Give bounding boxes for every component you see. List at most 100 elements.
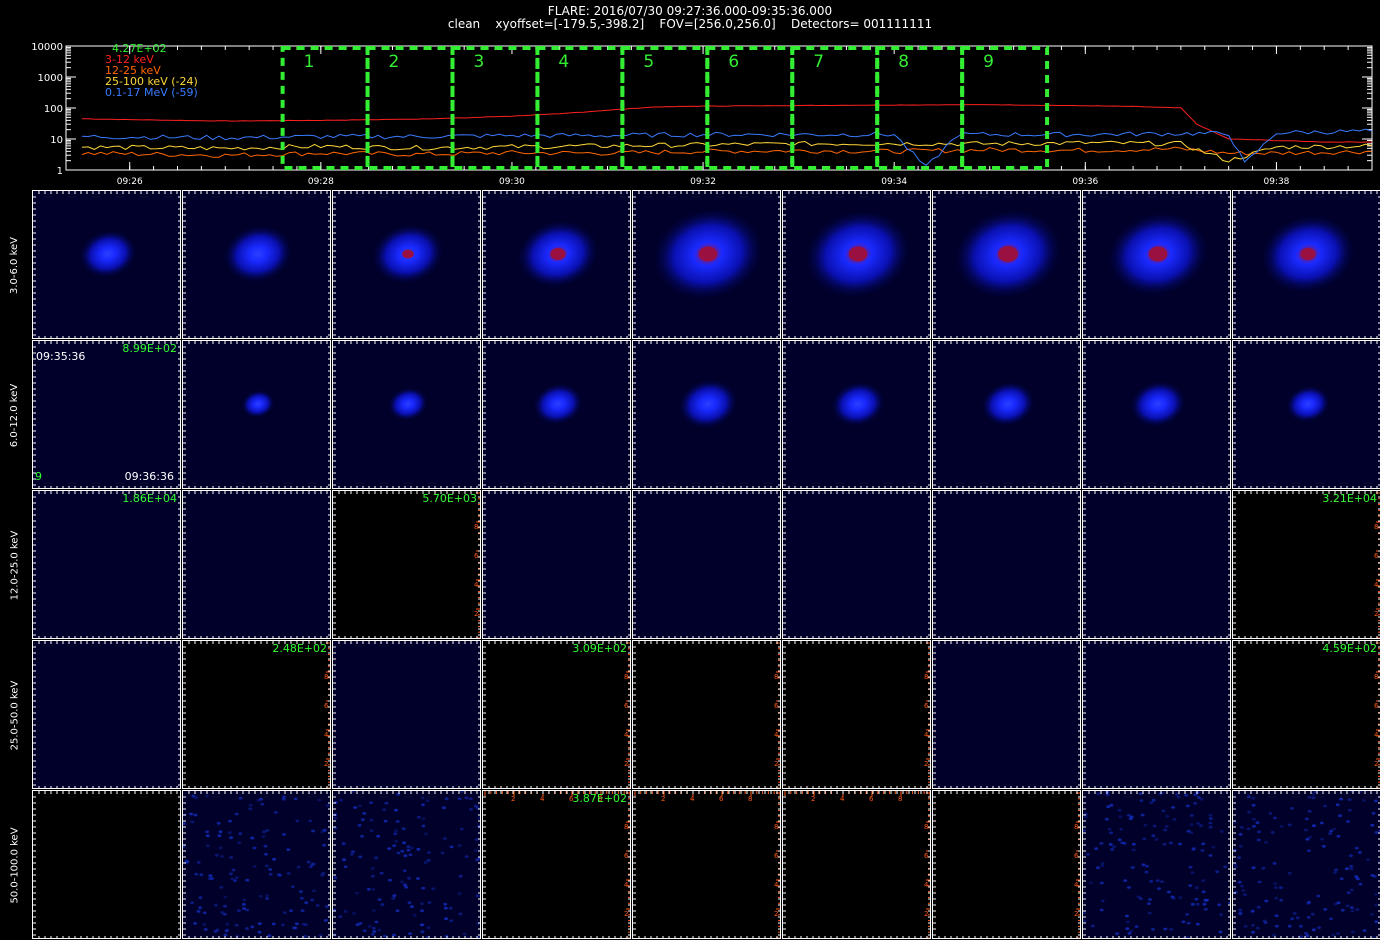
- image-cell: 2468: [782, 640, 931, 789]
- y-tick-label: 1000: [38, 73, 63, 84]
- y-tick-label: 1: [57, 166, 63, 177]
- frame-ticks: [333, 491, 480, 638]
- series-line-4: [81, 128, 1373, 166]
- frame-ticks: [33, 191, 180, 338]
- peak-value-label: 1.86E+04: [122, 492, 177, 505]
- frame-ticks: [783, 191, 930, 338]
- image-cell: [632, 490, 781, 639]
- image-cell: [332, 790, 481, 939]
- energy-row-label-text: 50.0-100.0 keV: [9, 826, 21, 904]
- frame-ticks: [933, 191, 1080, 338]
- image-cell: [182, 340, 331, 489]
- image-cell: 1.86E+04: [32, 490, 181, 639]
- x-tick-label: 09:36: [1072, 177, 1098, 186]
- frame-ticks: [333, 641, 480, 788]
- peak-value-label: 3.09E+02: [572, 642, 627, 655]
- image-cell: [782, 340, 931, 489]
- frame-ticks: [483, 191, 630, 338]
- x-tick-label: 09:30: [499, 177, 525, 186]
- frame-ticks: [933, 491, 1080, 638]
- image-cell: [32, 790, 181, 939]
- energy-row-label-text: 25.0-50.0 keV: [9, 680, 21, 750]
- image-cell: [1082, 340, 1231, 489]
- interval-number: 1: [304, 52, 315, 72]
- legend-entry-4: 0.1-17 MeV (-59): [105, 86, 198, 99]
- image-cell: [1232, 340, 1380, 489]
- frame-ticks: [933, 341, 1080, 488]
- image-cell: [932, 190, 1081, 339]
- interval-number: 7: [813, 52, 824, 72]
- frame-ticks: [1233, 191, 1380, 338]
- frame-ticks: [1233, 641, 1380, 788]
- image-cell: 2 4 6 8 5.70E+03: [332, 490, 481, 639]
- interval-start-time: 09:35:36: [36, 350, 86, 363]
- frame-ticks: [483, 491, 630, 638]
- image-cell: [1082, 190, 1231, 339]
- frame-ticks: [1083, 641, 1230, 788]
- interval-number: 3: [473, 52, 484, 72]
- x-tick-label: 09:32: [690, 177, 716, 186]
- series-line-1: [81, 104, 1372, 143]
- x-tick-label: 09:34: [881, 177, 907, 186]
- image-cell: [1232, 190, 1380, 339]
- image-cell: [332, 640, 481, 789]
- energy-row-label: 50.0-100.0 keV: [2, 790, 28, 940]
- image-cell: 2468: [632, 640, 781, 789]
- frame-ticks: [783, 491, 930, 638]
- y-tick-label: 10: [50, 135, 63, 146]
- frame-ticks: [33, 641, 180, 788]
- interval-box-7: [790, 46, 880, 170]
- peak-value-label: 5.70E+03: [422, 492, 477, 505]
- interval-number: 8: [898, 52, 909, 72]
- y-tick-label: 100: [44, 104, 63, 115]
- frame-ticks: [333, 791, 480, 938]
- frame-ticks: [33, 341, 180, 488]
- frame-ticks: [33, 491, 180, 638]
- frame-ticks: [1083, 191, 1230, 338]
- frame-ticks: [1233, 341, 1380, 488]
- image-cell: [1082, 490, 1231, 639]
- peak-value-label: 3.21E+04: [1322, 492, 1377, 505]
- peak-value-label: 4.59E+02: [1322, 642, 1377, 655]
- image-cell: [482, 190, 631, 339]
- frame-ticks: [183, 791, 330, 938]
- frame-ticks: [633, 791, 780, 938]
- image-cell: [782, 490, 931, 639]
- image-cell: [32, 190, 181, 339]
- interval-number: 6: [728, 52, 739, 72]
- image-cell: 2 4 6 8 3.09E+02: [482, 640, 631, 789]
- image-cell: [632, 190, 781, 339]
- image-cell: [932, 490, 1081, 639]
- interval-number: 9: [983, 52, 994, 72]
- frame-ticks: [333, 191, 480, 338]
- interval-box-4: [535, 46, 625, 170]
- peak-value-label: 3.87E+02: [572, 792, 627, 805]
- image-cell: [482, 490, 631, 639]
- series-line-3: [81, 140, 1373, 163]
- detector-label: 9: [35, 470, 42, 483]
- image-cell: 2 4 6 8 4.59E+02: [1232, 640, 1380, 789]
- image-cell: 2 4 6 8 2 4 6 8 3.87E+02: [482, 790, 631, 939]
- frame-ticks: [183, 191, 330, 338]
- lightcurve-plot: 10000 1000 100 10 1 09:26 09:28 09:30 09:32 09:34…: [31, 42, 1373, 186]
- image-cell: 2 4 6 8 3.21E+04: [1232, 490, 1380, 639]
- interval-end-time: 09:36:36: [124, 470, 174, 483]
- frame-ticks: [183, 641, 330, 788]
- frame-ticks: [633, 191, 780, 338]
- image-cell: [932, 340, 1081, 489]
- frame-ticks: [183, 341, 330, 488]
- frame-ticks: [783, 341, 930, 488]
- frame-ticks: [183, 491, 330, 638]
- peak-value-label: 2.48E+02: [272, 642, 327, 655]
- frame-ticks: [933, 641, 1080, 788]
- y-tick-label: 10000: [31, 42, 63, 53]
- interval-box-1: [280, 46, 370, 170]
- image-cell: 2 4 6 8 2.48E+02: [182, 640, 331, 789]
- image-cell: [1082, 640, 1231, 789]
- image-cell: [182, 490, 331, 639]
- energy-row-label: 25.0-50.0 keV: [2, 640, 28, 790]
- peak-value-label: 8.99E+02: [122, 342, 177, 355]
- image-cell: 8.99E+02 09:35:36 09:36:36 9: [32, 340, 181, 489]
- x-tick-label: 09:28: [308, 177, 334, 186]
- image-cell: [332, 190, 481, 339]
